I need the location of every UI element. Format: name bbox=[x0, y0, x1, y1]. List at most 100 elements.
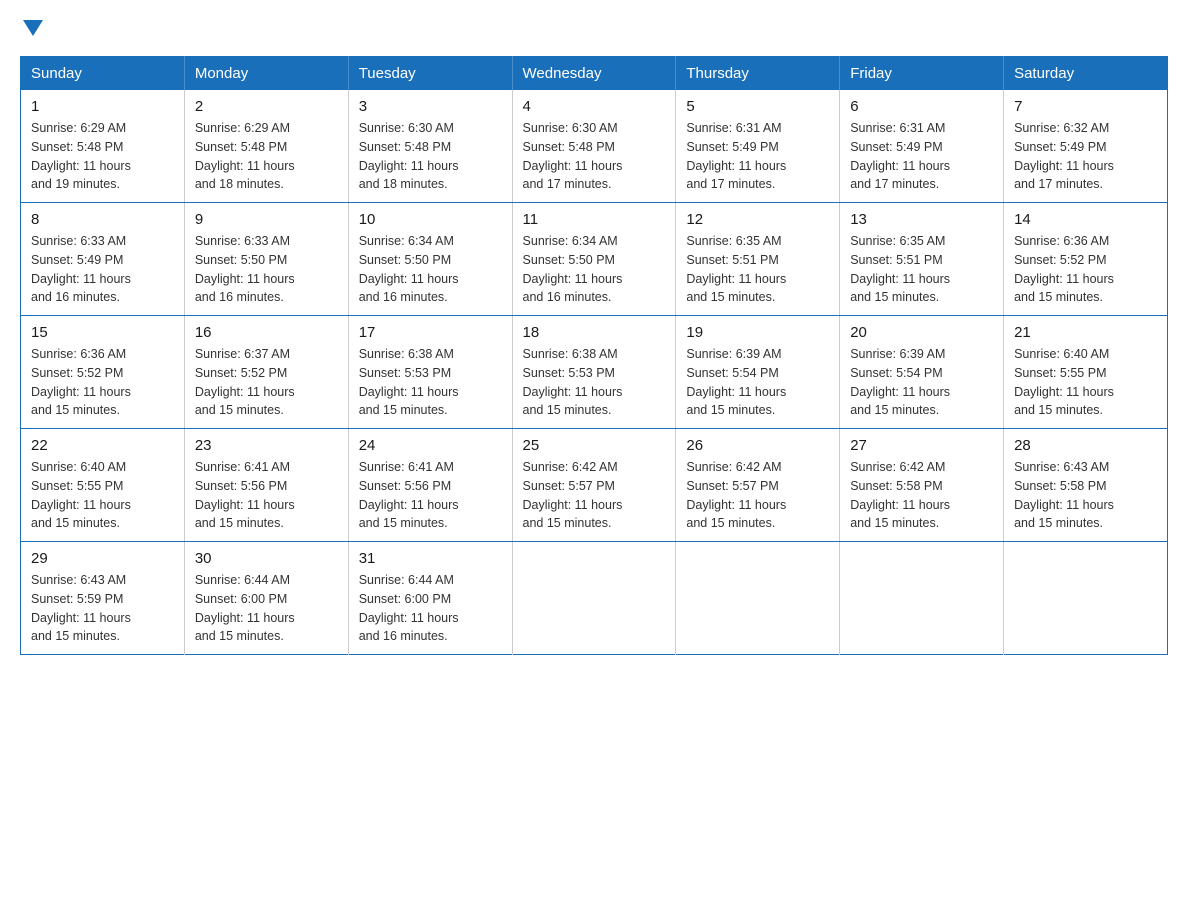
week-row-3: 15 Sunrise: 6:36 AM Sunset: 5:52 PM Dayl… bbox=[21, 316, 1168, 429]
day-info: Sunrise: 6:44 AM Sunset: 6:00 PM Dayligh… bbox=[195, 571, 338, 646]
calendar-cell: 17 Sunrise: 6:38 AM Sunset: 5:53 PM Dayl… bbox=[348, 316, 512, 429]
day-info: Sunrise: 6:30 AM Sunset: 5:48 PM Dayligh… bbox=[523, 119, 666, 194]
calendar-cell: 28 Sunrise: 6:43 AM Sunset: 5:58 PM Dayl… bbox=[1004, 429, 1168, 542]
header-wednesday: Wednesday bbox=[512, 57, 676, 91]
day-info: Sunrise: 6:34 AM Sunset: 5:50 PM Dayligh… bbox=[359, 232, 502, 307]
day-info: Sunrise: 6:34 AM Sunset: 5:50 PM Dayligh… bbox=[523, 232, 666, 307]
day-info: Sunrise: 6:31 AM Sunset: 5:49 PM Dayligh… bbox=[850, 119, 993, 194]
calendar-cell: 23 Sunrise: 6:41 AM Sunset: 5:56 PM Dayl… bbox=[184, 429, 348, 542]
calendar-cell: 21 Sunrise: 6:40 AM Sunset: 5:55 PM Dayl… bbox=[1004, 316, 1168, 429]
calendar-cell bbox=[840, 542, 1004, 655]
calendar-cell: 5 Sunrise: 6:31 AM Sunset: 5:49 PM Dayli… bbox=[676, 90, 840, 203]
day-info: Sunrise: 6:42 AM Sunset: 5:57 PM Dayligh… bbox=[523, 458, 666, 533]
day-info: Sunrise: 6:40 AM Sunset: 5:55 PM Dayligh… bbox=[31, 458, 174, 533]
day-info: Sunrise: 6:40 AM Sunset: 5:55 PM Dayligh… bbox=[1014, 345, 1157, 420]
day-info: Sunrise: 6:41 AM Sunset: 5:56 PM Dayligh… bbox=[359, 458, 502, 533]
day-info: Sunrise: 6:43 AM Sunset: 5:59 PM Dayligh… bbox=[31, 571, 174, 646]
calendar-table: SundayMondayTuesdayWednesdayThursdayFrid… bbox=[20, 56, 1168, 655]
calendar-cell: 19 Sunrise: 6:39 AM Sunset: 5:54 PM Dayl… bbox=[676, 316, 840, 429]
day-number: 12 bbox=[686, 211, 829, 228]
day-number: 6 bbox=[850, 98, 993, 115]
day-info: Sunrise: 6:42 AM Sunset: 5:58 PM Dayligh… bbox=[850, 458, 993, 533]
day-number: 28 bbox=[1014, 437, 1157, 454]
header-saturday: Saturday bbox=[1004, 57, 1168, 91]
day-number: 1 bbox=[31, 98, 174, 115]
day-number: 10 bbox=[359, 211, 502, 228]
week-row-5: 29 Sunrise: 6:43 AM Sunset: 5:59 PM Dayl… bbox=[21, 542, 1168, 655]
calendar-cell: 12 Sunrise: 6:35 AM Sunset: 5:51 PM Dayl… bbox=[676, 203, 840, 316]
calendar-cell: 14 Sunrise: 6:36 AM Sunset: 5:52 PM Dayl… bbox=[1004, 203, 1168, 316]
day-info: Sunrise: 6:41 AM Sunset: 5:56 PM Dayligh… bbox=[195, 458, 338, 533]
day-info: Sunrise: 6:33 AM Sunset: 5:49 PM Dayligh… bbox=[31, 232, 174, 307]
day-number: 4 bbox=[523, 98, 666, 115]
day-info: Sunrise: 6:37 AM Sunset: 5:52 PM Dayligh… bbox=[195, 345, 338, 420]
calendar-cell: 29 Sunrise: 6:43 AM Sunset: 5:59 PM Dayl… bbox=[21, 542, 185, 655]
calendar-cell: 25 Sunrise: 6:42 AM Sunset: 5:57 PM Dayl… bbox=[512, 429, 676, 542]
calendar-cell: 2 Sunrise: 6:29 AM Sunset: 5:48 PM Dayli… bbox=[184, 90, 348, 203]
day-number: 25 bbox=[523, 437, 666, 454]
calendar-cell: 8 Sunrise: 6:33 AM Sunset: 5:49 PM Dayli… bbox=[21, 203, 185, 316]
week-row-4: 22 Sunrise: 6:40 AM Sunset: 5:55 PM Dayl… bbox=[21, 429, 1168, 542]
calendar-cell: 13 Sunrise: 6:35 AM Sunset: 5:51 PM Dayl… bbox=[840, 203, 1004, 316]
day-number: 24 bbox=[359, 437, 502, 454]
week-row-2: 8 Sunrise: 6:33 AM Sunset: 5:49 PM Dayli… bbox=[21, 203, 1168, 316]
day-info: Sunrise: 6:31 AM Sunset: 5:49 PM Dayligh… bbox=[686, 119, 829, 194]
calendar-cell: 30 Sunrise: 6:44 AM Sunset: 6:00 PM Dayl… bbox=[184, 542, 348, 655]
day-number: 11 bbox=[523, 211, 666, 228]
day-info: Sunrise: 6:35 AM Sunset: 5:51 PM Dayligh… bbox=[686, 232, 829, 307]
calendar-cell: 6 Sunrise: 6:31 AM Sunset: 5:49 PM Dayli… bbox=[840, 90, 1004, 203]
calendar-cell: 20 Sunrise: 6:39 AM Sunset: 5:54 PM Dayl… bbox=[840, 316, 1004, 429]
day-number: 31 bbox=[359, 550, 502, 567]
calendar-cell bbox=[512, 542, 676, 655]
day-number: 29 bbox=[31, 550, 174, 567]
calendar-cell: 11 Sunrise: 6:34 AM Sunset: 5:50 PM Dayl… bbox=[512, 203, 676, 316]
day-info: Sunrise: 6:29 AM Sunset: 5:48 PM Dayligh… bbox=[195, 119, 338, 194]
calendar-cell: 7 Sunrise: 6:32 AM Sunset: 5:49 PM Dayli… bbox=[1004, 90, 1168, 203]
day-info: Sunrise: 6:43 AM Sunset: 5:58 PM Dayligh… bbox=[1014, 458, 1157, 533]
logo bbox=[20, 20, 43, 40]
calendar-cell bbox=[1004, 542, 1168, 655]
day-number: 5 bbox=[686, 98, 829, 115]
day-number: 17 bbox=[359, 324, 502, 341]
calendar-cell bbox=[676, 542, 840, 655]
calendar-cell: 1 Sunrise: 6:29 AM Sunset: 5:48 PM Dayli… bbox=[21, 90, 185, 203]
day-number: 14 bbox=[1014, 211, 1157, 228]
day-number: 7 bbox=[1014, 98, 1157, 115]
calendar-cell: 22 Sunrise: 6:40 AM Sunset: 5:55 PM Dayl… bbox=[21, 429, 185, 542]
calendar-cell: 10 Sunrise: 6:34 AM Sunset: 5:50 PM Dayl… bbox=[348, 203, 512, 316]
calendar-cell: 24 Sunrise: 6:41 AM Sunset: 5:56 PM Dayl… bbox=[348, 429, 512, 542]
calendar-cell: 3 Sunrise: 6:30 AM Sunset: 5:48 PM Dayli… bbox=[348, 90, 512, 203]
calendar-cell: 16 Sunrise: 6:37 AM Sunset: 5:52 PM Dayl… bbox=[184, 316, 348, 429]
day-number: 22 bbox=[31, 437, 174, 454]
day-number: 15 bbox=[31, 324, 174, 341]
day-info: Sunrise: 6:29 AM Sunset: 5:48 PM Dayligh… bbox=[31, 119, 174, 194]
day-number: 18 bbox=[523, 324, 666, 341]
day-number: 19 bbox=[686, 324, 829, 341]
day-number: 3 bbox=[359, 98, 502, 115]
day-info: Sunrise: 6:30 AM Sunset: 5:48 PM Dayligh… bbox=[359, 119, 502, 194]
day-number: 20 bbox=[850, 324, 993, 341]
day-info: Sunrise: 6:39 AM Sunset: 5:54 PM Dayligh… bbox=[686, 345, 829, 420]
day-info: Sunrise: 6:36 AM Sunset: 5:52 PM Dayligh… bbox=[1014, 232, 1157, 307]
calendar-cell: 9 Sunrise: 6:33 AM Sunset: 5:50 PM Dayli… bbox=[184, 203, 348, 316]
day-info: Sunrise: 6:39 AM Sunset: 5:54 PM Dayligh… bbox=[850, 345, 993, 420]
day-number: 8 bbox=[31, 211, 174, 228]
calendar-cell: 18 Sunrise: 6:38 AM Sunset: 5:53 PM Dayl… bbox=[512, 316, 676, 429]
day-info: Sunrise: 6:35 AM Sunset: 5:51 PM Dayligh… bbox=[850, 232, 993, 307]
day-number: 9 bbox=[195, 211, 338, 228]
calendar-cell: 15 Sunrise: 6:36 AM Sunset: 5:52 PM Dayl… bbox=[21, 316, 185, 429]
day-info: Sunrise: 6:38 AM Sunset: 5:53 PM Dayligh… bbox=[359, 345, 502, 420]
day-number: 23 bbox=[195, 437, 338, 454]
day-number: 13 bbox=[850, 211, 993, 228]
day-info: Sunrise: 6:32 AM Sunset: 5:49 PM Dayligh… bbox=[1014, 119, 1157, 194]
day-info: Sunrise: 6:44 AM Sunset: 6:00 PM Dayligh… bbox=[359, 571, 502, 646]
day-number: 16 bbox=[195, 324, 338, 341]
header-thursday: Thursday bbox=[676, 57, 840, 91]
day-number: 30 bbox=[195, 550, 338, 567]
day-info: Sunrise: 6:42 AM Sunset: 5:57 PM Dayligh… bbox=[686, 458, 829, 533]
day-info: Sunrise: 6:36 AM Sunset: 5:52 PM Dayligh… bbox=[31, 345, 174, 420]
page-header bbox=[20, 20, 1168, 40]
day-info: Sunrise: 6:38 AM Sunset: 5:53 PM Dayligh… bbox=[523, 345, 666, 420]
header-sunday: Sunday bbox=[21, 57, 185, 91]
calendar-cell: 27 Sunrise: 6:42 AM Sunset: 5:58 PM Dayl… bbox=[840, 429, 1004, 542]
